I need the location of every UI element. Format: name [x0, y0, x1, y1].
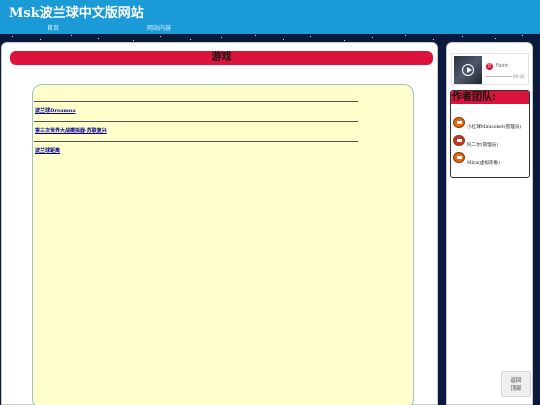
section-header-bar: 游戏 — [10, 51, 433, 65]
nav-home[interactable]: 首页 — [47, 23, 59, 32]
game-link-ww3-simulator[interactable]: 第三次世界大战模拟器·苏联复兴 — [35, 127, 107, 134]
game-link-polandball-distance[interactable]: 波兰球距离 — [35, 147, 60, 154]
team-title: 作者团队: — [452, 92, 496, 103]
team-member-name: Mira(虚拟形象) — [467, 161, 501, 166]
author-team-box: 作者团队: 小红球Minisoket(管理员) 托二尔(管理员) Mira(虚拟… — [450, 90, 530, 178]
game-link-dreamua[interactable]: 波兰球Dreamua — [35, 107, 76, 114]
music-logo-icon: 云 — [486, 63, 493, 70]
song-name: Faint — [496, 63, 508, 69]
site-header: Msk波兰球中文版网站 首页 网站内容 — [0, 0, 540, 34]
main-panel: 游戏 波兰球Dreamua 第三次世界大战模拟器·苏联复兴 波兰球距离 — [1, 42, 438, 405]
back-to-top-button[interactable]: 返回 顶部 — [501, 371, 531, 397]
team-member-name: 托二尔(管理员) — [467, 143, 499, 148]
divider — [34, 141, 358, 142]
sidebar: 云 Faint 00:00 作者团队: 小红球Minisoket(管理员) 托二… — [446, 42, 533, 405]
starfield-banner — [0, 34, 540, 42]
games-list-box: 波兰球Dreamua 第三次世界大战模拟器·苏联复兴 波兰球距离 — [32, 84, 414, 405]
song-progress-bar[interactable] — [486, 76, 512, 77]
back-to-top-line1: 返回 — [510, 378, 522, 384]
nav-site-content[interactable]: 网站内容 — [147, 23, 171, 32]
team-member-name: 小红球Minisoket(管理员) — [467, 125, 522, 130]
countryball-avatar-icon — [453, 117, 465, 128]
song-time: 00:00 — [513, 74, 525, 79]
album-cover — [454, 56, 482, 84]
music-player: 云 Faint 00:00 — [451, 53, 529, 85]
divider — [34, 121, 358, 122]
team-header-bar: 作者团队: — [451, 91, 529, 104]
back-to-top-line2: 顶部 — [510, 386, 522, 392]
site-title[interactable]: Msk波兰球中文版网站 — [9, 2, 144, 21]
divider — [34, 101, 358, 102]
play-icon[interactable] — [462, 64, 474, 76]
countryball-avatar-icon — [453, 152, 465, 163]
section-title: 游戏 — [211, 52, 232, 63]
countryball-avatar-icon — [453, 135, 465, 146]
